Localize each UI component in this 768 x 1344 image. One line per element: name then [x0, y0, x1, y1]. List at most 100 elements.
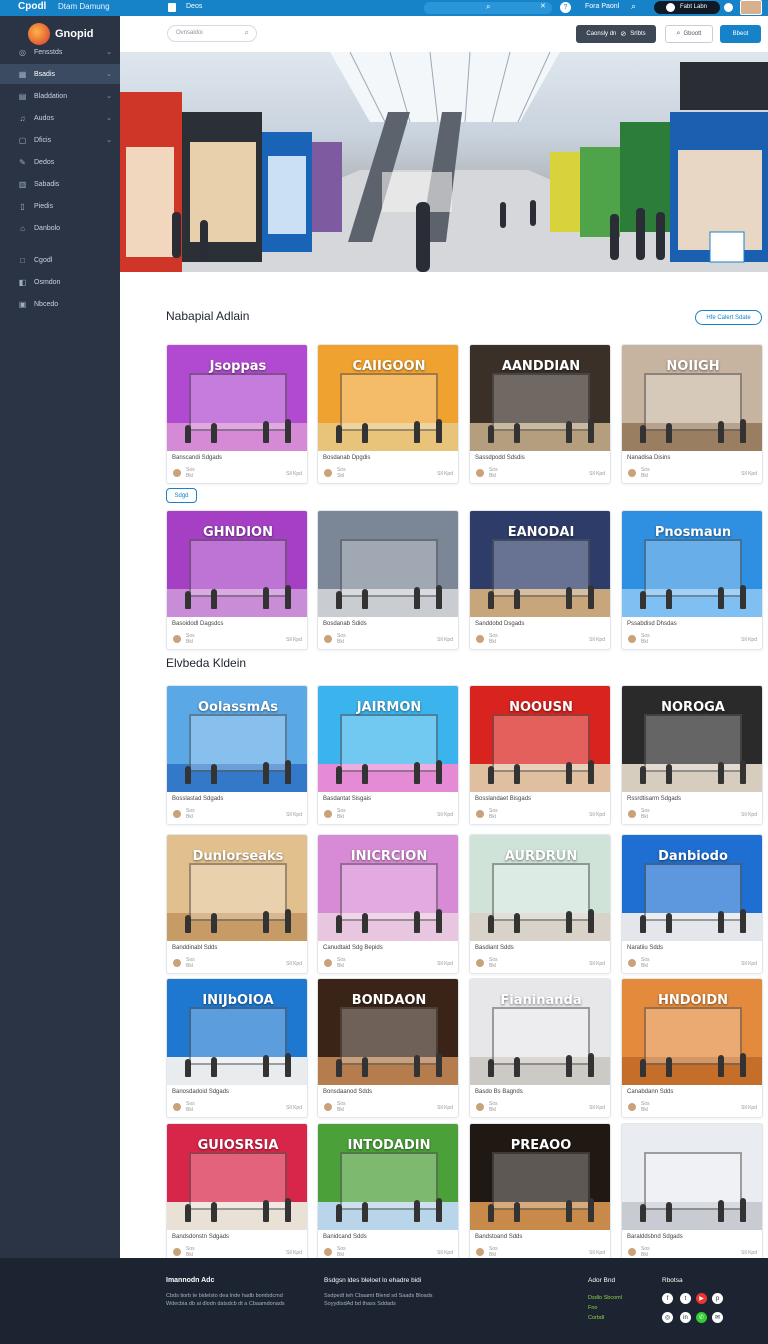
footer-link[interactable]: Corbdl [588, 1313, 622, 1323]
avatar[interactable] [475, 958, 485, 968]
content-card[interactable]: EANODAI Sanddobd Dsgads Sos Bkl Sll Kpd [469, 510, 611, 650]
pinterest-icon[interactable]: p [712, 1293, 723, 1304]
avatar[interactable] [475, 1247, 485, 1257]
close-icon[interactable]: ✕ [540, 2, 546, 10]
avatar[interactable] [627, 468, 637, 478]
shopper-figure [414, 762, 420, 784]
youtube-icon[interactable]: ▶ [696, 1293, 707, 1304]
content-card[interactable]: Fianinanda Basdo Bs Bagnds Sos Bkl Sll Kpd [469, 978, 611, 1118]
sidebar-item-7[interactable]: ▥ Sabadis [0, 174, 120, 194]
footer-link[interactable]: Dsdlo Sbcoml [588, 1293, 622, 1303]
avatar[interactable] [323, 958, 333, 968]
content-card[interactable]: NOOUSN Bosslandaet Bisgads Sos Bkl Sll Kpd [469, 685, 611, 825]
avatar[interactable] [627, 809, 637, 819]
content-card[interactable]: JAIRMON Basdantat Sisgais Sos Bkl Sll Kpd [317, 685, 459, 825]
avatar[interactable] [172, 468, 182, 478]
card-caption: Bosdanab Sdids [323, 621, 367, 627]
help-icon[interactable]: ? [560, 2, 571, 13]
content-card[interactable]: Baralddsbnd Sdgads Sos Bkl Sll Kpd [621, 1123, 763, 1258]
avatar[interactable] [475, 634, 485, 644]
content-card[interactable]: Bosdanab Sdids Sos Bkl Sll Kpd [317, 510, 459, 650]
top-search-box[interactable]: ⌕ ✕ [424, 2, 552, 14]
shopper-figure [336, 1059, 342, 1077]
content-card[interactable]: INIJbOIOA Banosdadoid Sdgads Sos Bkl Sll Kp… [166, 978, 308, 1118]
sidebar-item-2[interactable]: ▦ Bsadis ⌄ [0, 64, 120, 84]
tab-label[interactable]: Deos [186, 3, 202, 10]
facebook-icon[interactable]: f [662, 1293, 673, 1304]
search-input[interactable]: Ovnsaldoi ⌕ [167, 25, 257, 42]
content-card[interactable]: NOROGA Rssrdtisarm Sdgads Sos Bkl Sll Kpd [621, 685, 763, 825]
create-button[interactable]: Caonsly dn ⊘ Srlbts [576, 25, 656, 43]
search-icon[interactable]: ⌕ [631, 1, 636, 12]
content-card[interactable]: CAIIGOON Bosdanab Dpgdis Sos Sbl Sll Kpd [317, 344, 459, 484]
avatar[interactable] [627, 958, 637, 968]
shopper-figure [285, 1053, 291, 1077]
content-card[interactable]: BONDAON Bonsdaanod Sdds Sos Bkl Sll Kpd [317, 978, 459, 1118]
card-timestamp: Sll Kpd [741, 1250, 757, 1256]
sidebar-item-8[interactable]: ▯ Piedis [0, 196, 120, 216]
avatar[interactable] [475, 1102, 485, 1112]
content-card[interactable]: AURDRUN Basdiant Sdds Sos Bkl Sll Kpd [469, 834, 611, 974]
filter-chip[interactable]: Sdgd [166, 488, 197, 503]
content-card[interactable]: AANDDIAN Sassdpodd Sdsdis Sos Bkl Sll Kpd [469, 344, 611, 484]
content-card[interactable]: OolassmAs Bosslastad Sdgads Sos Bkl Sll Kpd [166, 685, 308, 825]
sidebar-item-1[interactable]: ◎ Fensstds ⌄ [0, 42, 120, 62]
content-card[interactable]: GUIOSRSIA Bandsdonstn Sdgads Sos Bkl Sll Kp… [166, 1123, 308, 1258]
avatar[interactable] [627, 634, 637, 644]
sidebar-item-5[interactable]: ▢ Dficis ⌄ [0, 130, 120, 150]
content-card[interactable]: INICRCION Canudtaid Sdg Bepids Sos Bkl Sll … [317, 834, 459, 974]
avatar[interactable] [323, 468, 333, 478]
content-card[interactable]: NOIIGH Nanadisa Disins Sos Bkl Sll Kpd [621, 344, 763, 484]
card-meta: Sos Bkl [641, 957, 650, 969]
brand-label[interactable]: Cpodl [18, 1, 46, 12]
avatar[interactable] [172, 1247, 182, 1257]
avatar[interactable] [323, 1102, 333, 1112]
avatar[interactable] [172, 634, 182, 644]
content-card[interactable]: INTODADIN Banidcand Sdds Sos Bkl Sll Kpd [317, 1123, 459, 1258]
shopper-figure [263, 1200, 269, 1222]
settings-icon[interactable] [724, 3, 733, 12]
filter-button[interactable]: ⌕ Gboott [665, 25, 713, 43]
content-card[interactable]: Jsoppas Banscandi Sdgads Sos Bkl Sll Kpd [166, 344, 308, 484]
shopper-figure [640, 1204, 646, 1222]
sidebar-item-12[interactable]: ▣ Nbcedo [0, 294, 120, 314]
linkedin-icon[interactable]: in [680, 1312, 691, 1323]
whatsapp-icon[interactable]: ✆ [696, 1312, 707, 1323]
content-card[interactable]: GHNDION Basoidodl Dagsdcs Sos Bkl Sll Kpd [166, 510, 308, 650]
sidebar-item-11[interactable]: ◧ Osmdon [0, 272, 120, 292]
sidebar-item-6[interactable]: ✎ Dedos [0, 152, 120, 172]
instagram-icon[interactable]: ◎ [662, 1312, 673, 1323]
avatar[interactable] [172, 1102, 182, 1112]
sidebar-item-3[interactable]: ▤ Bladdation ⌄ [0, 86, 120, 106]
avatar[interactable] [475, 809, 485, 819]
content-card[interactable]: PREAOO Bandstoand Sdds Sos Bkl Sll Kpd [469, 1123, 611, 1258]
shopper-figure [566, 1200, 572, 1222]
mail-icon[interactable]: ✉ [712, 1312, 723, 1323]
avatar[interactable] [627, 1102, 637, 1112]
avatar[interactable] [172, 958, 182, 968]
content-card[interactable]: Danbiodo Naratiiu Sdds Sos Bkl Sll Kpd [621, 834, 763, 974]
twitter-icon[interactable]: t [680, 1293, 691, 1304]
avatar[interactable] [323, 809, 333, 819]
avatar[interactable] [475, 468, 485, 478]
user-label[interactable]: Fora Paonl [585, 3, 619, 10]
sidebar-item-9[interactable]: ⌂ Danbolo [0, 218, 120, 238]
avatar[interactable] [740, 0, 762, 15]
avatar[interactable] [323, 1247, 333, 1257]
sidebar-item-10[interactable]: □ Cgodl [0, 250, 120, 270]
content-card[interactable]: Dunlorseaks Banddinabl Sdds Sos Bkl Sll Kpd [166, 834, 308, 974]
view-all-link[interactable]: Hfe Calert Sdate [695, 310, 762, 325]
menu-icon[interactable] [168, 3, 176, 12]
account-pill[interactable]: Fabt Labn [654, 1, 720, 14]
shopper-figure [488, 766, 494, 784]
sidebar-item-4[interactable]: ♫ Audos ⌄ [0, 108, 120, 128]
sidebar-item-label: Dedos [34, 158, 55, 166]
avatar[interactable] [627, 1247, 637, 1257]
avatar[interactable] [172, 809, 182, 819]
search-icon: ⌕ [244, 28, 249, 37]
footer-link[interactable]: Fno [588, 1303, 622, 1313]
avatar[interactable] [323, 634, 333, 644]
content-card[interactable]: Pnosmaun Pssabdisd Dhsdas Sos Bkl Sll Kpd [621, 510, 763, 650]
content-card[interactable]: HNDOIDN Canabdann Sdds Sos Bkl Sll Kpd [621, 978, 763, 1118]
primary-button[interactable]: Bbeot [720, 25, 761, 43]
